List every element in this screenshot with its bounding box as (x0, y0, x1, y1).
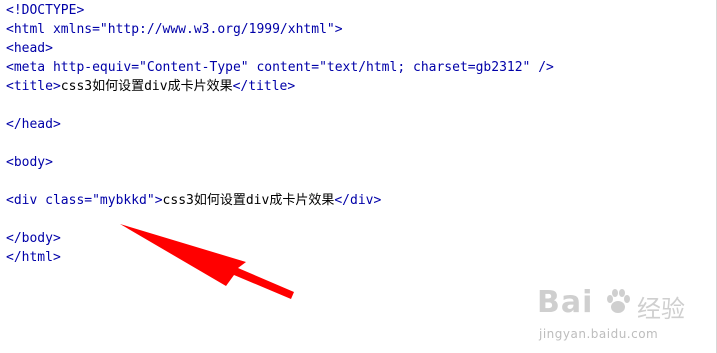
arrow-shape (120, 224, 294, 299)
baidu-jingyan-watermark: Bai 经验 jingyan.baidu.com (537, 285, 707, 347)
watermark-logo-suffix: 经验 (637, 295, 685, 323)
watermark-logo-text: Bai (537, 285, 594, 320)
watermark-url: jingyan.baidu.com (539, 327, 659, 341)
baidu-paw-icon (607, 289, 630, 313)
screenshot-frame: <!DOCTYPE> <html xmlns="http://www.w3.org… (0, 0, 717, 353)
